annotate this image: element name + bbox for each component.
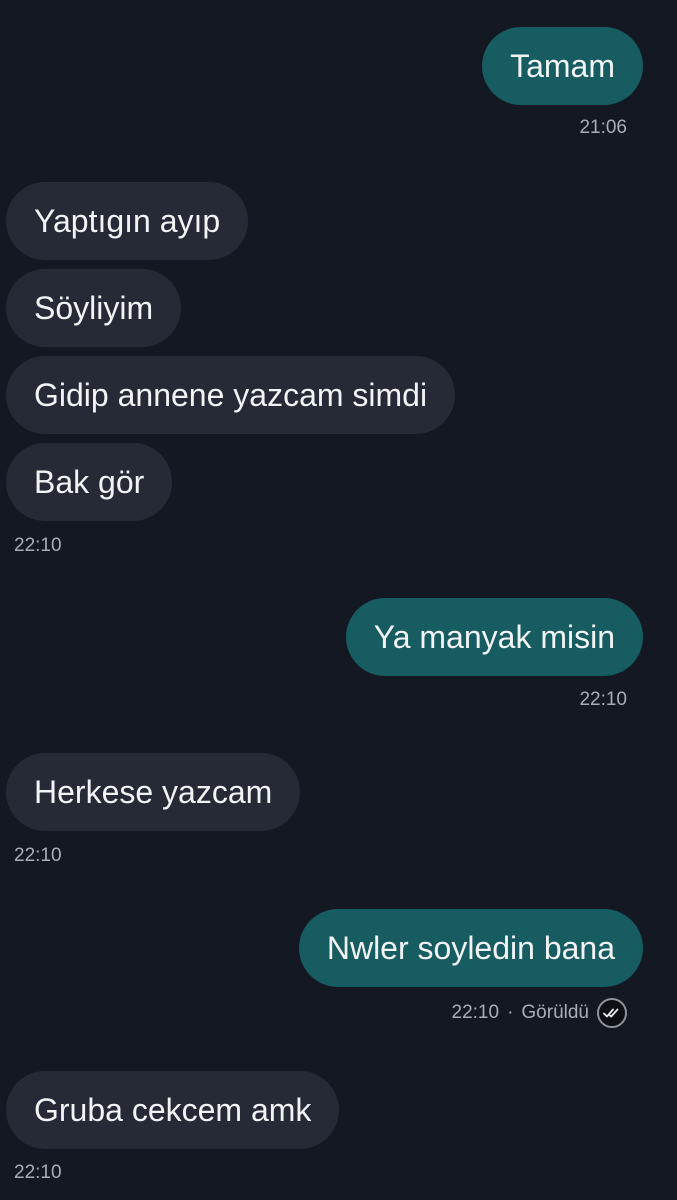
seen-separator: ·: [507, 1002, 514, 1023]
message-incoming[interactable]: Gruba cekcem amk: [6, 1071, 340, 1149]
seen-status: 22:10 · Görüldü: [452, 997, 627, 1029]
message-timestamp: 22:10: [14, 845, 62, 866]
message-incoming[interactable]: Bak gör: [6, 443, 173, 521]
message-timestamp: 22:10: [14, 535, 62, 556]
message-incoming[interactable]: Söyliyim: [6, 269, 182, 347]
message-timestamp: 21:06: [579, 117, 627, 138]
seen-label: Görüldü: [521, 1002, 589, 1023]
message-outgoing[interactable]: Ya manyak misin: [345, 598, 643, 676]
double-check-icon: [597, 998, 627, 1028]
message-incoming[interactable]: Gidip annene yazcam simdi: [6, 356, 456, 434]
message-incoming[interactable]: Herkese yazcam: [6, 753, 301, 831]
message-timestamp: 22:10: [579, 689, 627, 710]
message-outgoing[interactable]: Tamam: [482, 27, 643, 105]
message-timestamp: 22:10: [14, 1162, 62, 1183]
chat-thread: Tamam 21:06 Yaptıgın ayıp Söyliyim Gidip…: [0, 0, 677, 1200]
message-outgoing[interactable]: Nwler soyledin bana: [298, 909, 643, 987]
seen-time: 22:10: [451, 1002, 500, 1023]
message-incoming[interactable]: Yaptıgın ayıp: [6, 182, 249, 260]
